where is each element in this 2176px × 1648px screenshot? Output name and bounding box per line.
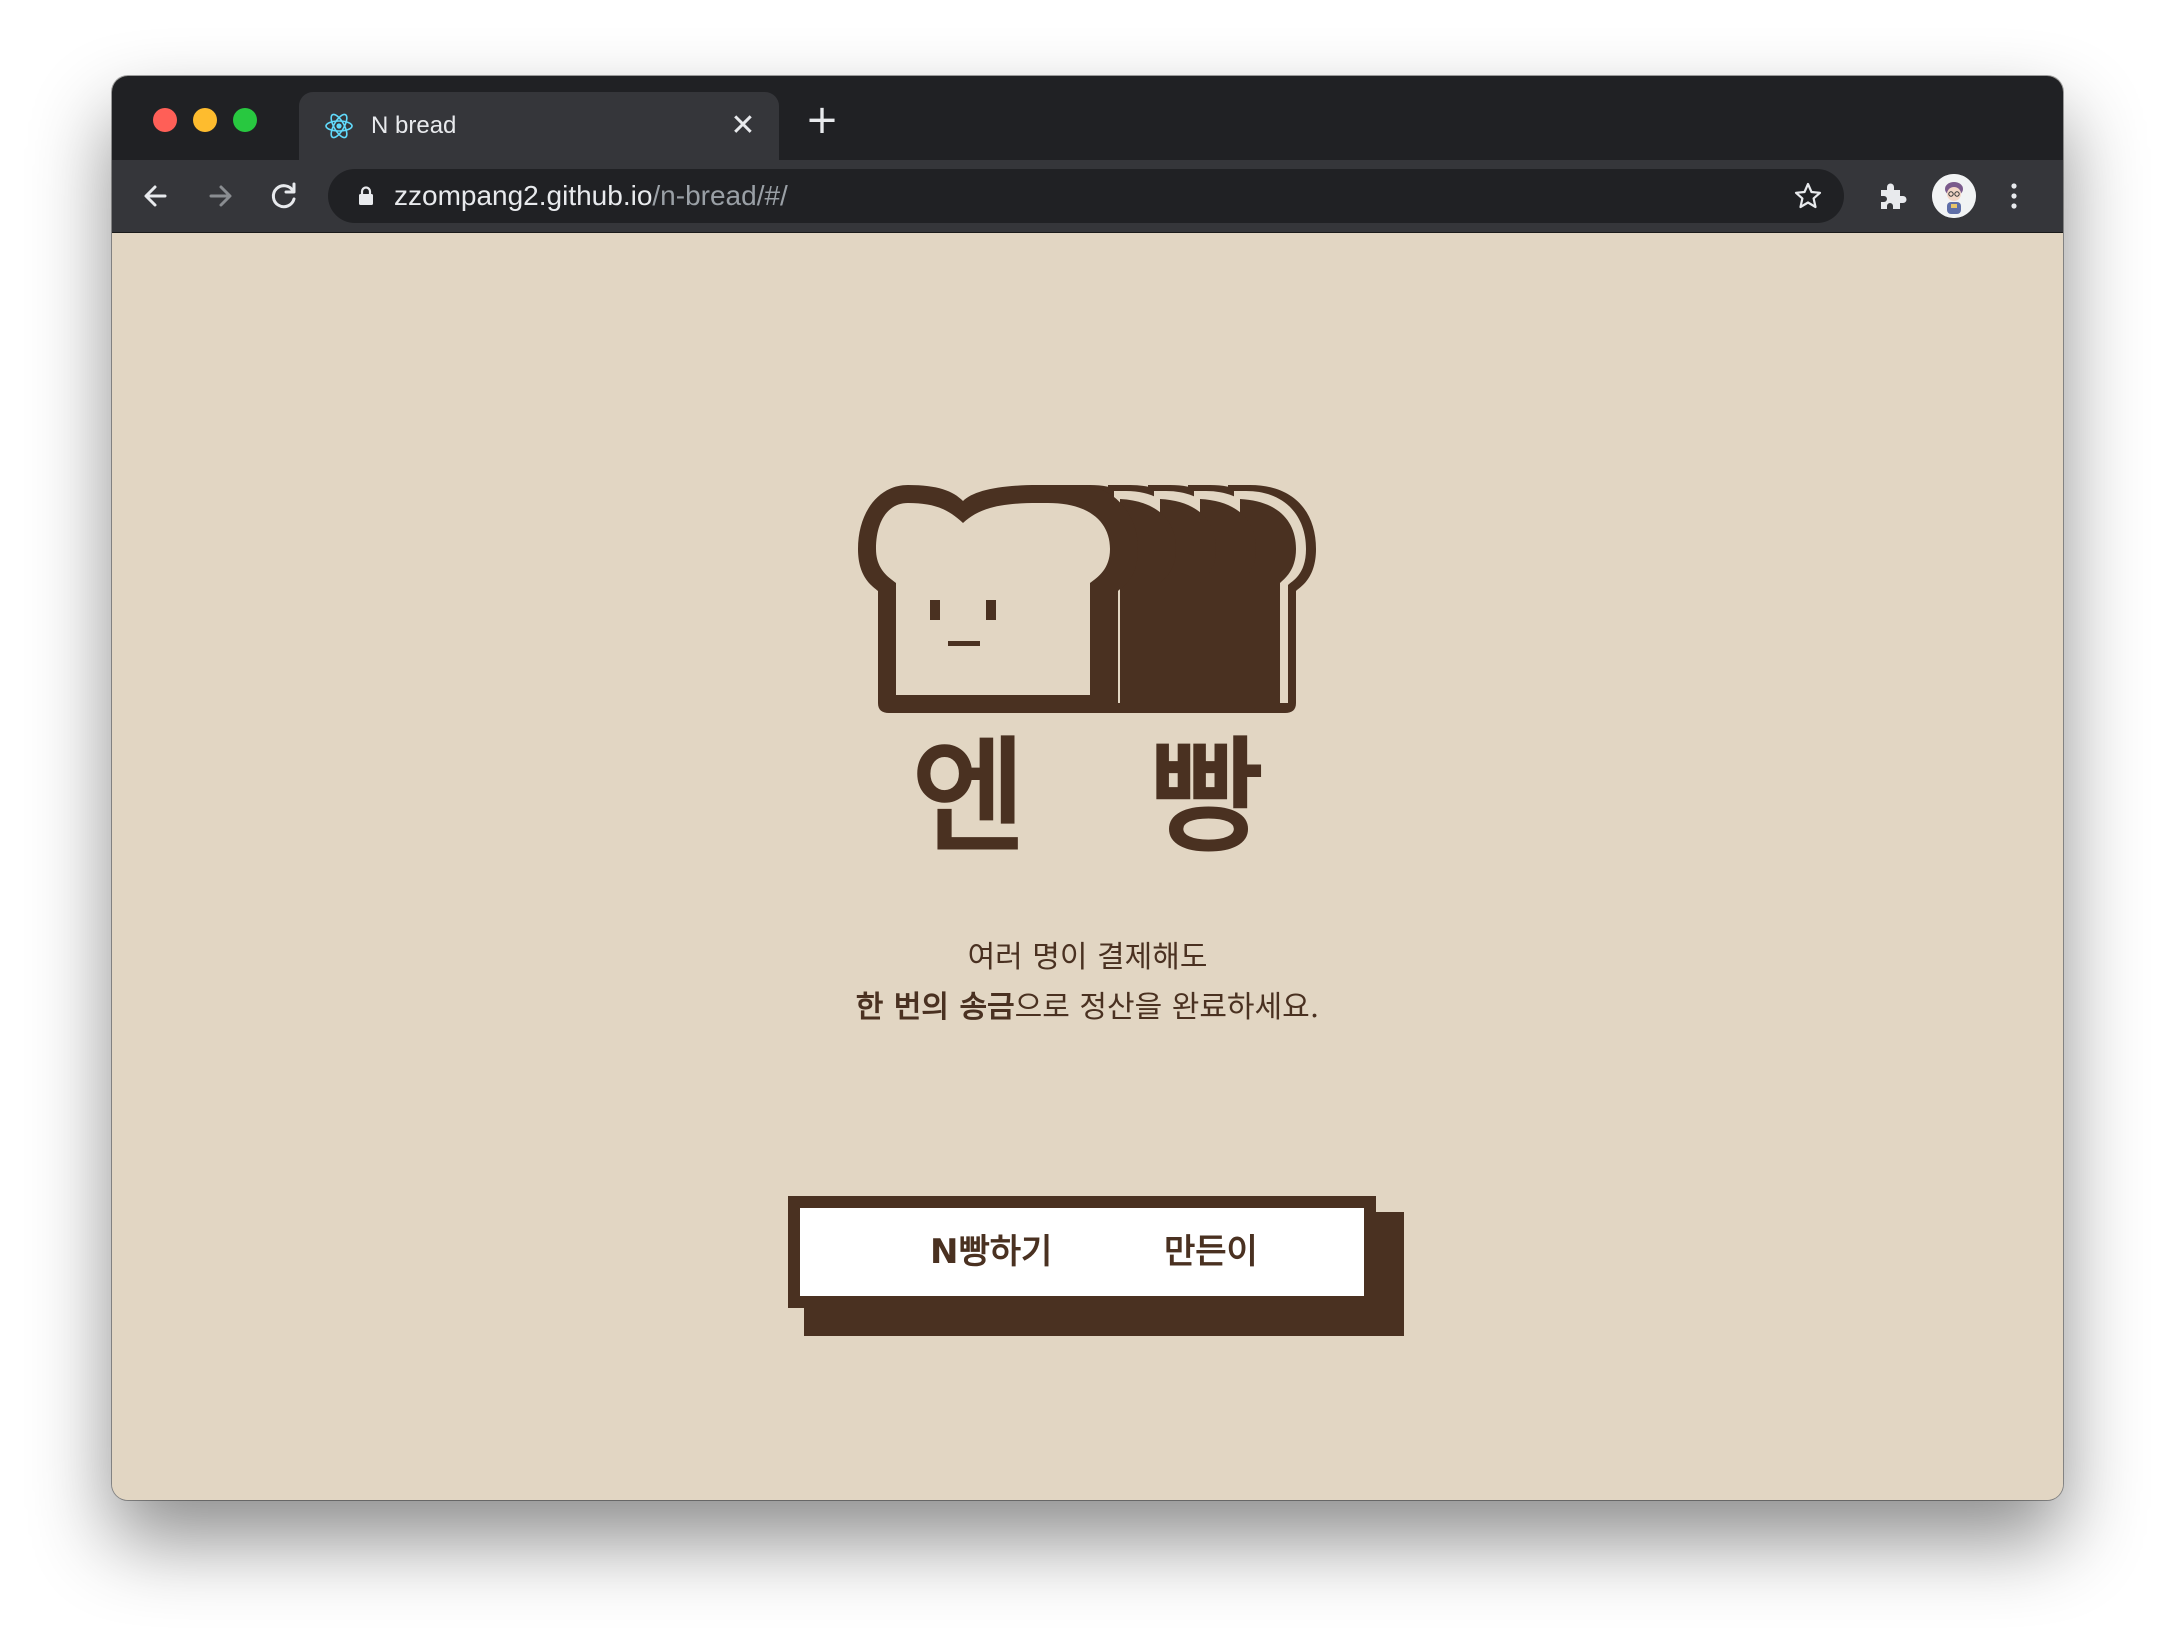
- tab-title: N bread: [371, 112, 457, 139]
- browser-tab[interactable]: N bread ✕: [299, 92, 779, 160]
- tagline-rest: 으로 정산을 완료하세요.: [1014, 990, 1320, 1025]
- arrow-left-icon: [144, 185, 167, 207]
- url-text[interactable]: zzompang2.github.io/n-bread/#/: [394, 178, 788, 214]
- brand-title: 엔 빵: [911, 726, 1304, 870]
- page-content: 엔 빵 여러 명이 결제해도 한 번의 송금으로 정산을 완료하세요. N빵하기…: [112, 233, 2063, 1500]
- bookmark-star-icon[interactable]: [1792, 180, 1824, 212]
- maximize-window-button[interactable]: [233, 108, 257, 132]
- more-vertical-icon[interactable]: [2002, 178, 2026, 214]
- url-path: /n-bread/#/: [652, 180, 788, 211]
- profile-avatar[interactable]: [1932, 174, 1976, 218]
- arrow-right-icon: [209, 185, 232, 207]
- browser-toolbar: zzompang2.github.io/n-bread/#/: [112, 160, 2063, 233]
- lock-icon[interactable]: [354, 184, 378, 208]
- react-atom-icon: [325, 113, 353, 139]
- address-bar[interactable]: zzompang2.github.io/n-bread/#/: [328, 169, 1844, 223]
- tagline-line-2: 한 번의 송금으로 정산을 완료하세요.: [112, 983, 2063, 1033]
- forward-button[interactable]: [198, 174, 242, 218]
- tagline-line-1: 여러 명이 결제해도: [967, 940, 1208, 975]
- tab-strip: N bread ✕ +: [112, 76, 2063, 160]
- browser-window: N bread ✕ + zzompang2.github.io/n-bread/…: [112, 76, 2063, 1500]
- bread-logo-icon: [858, 485, 1316, 713]
- close-window-button[interactable]: [153, 108, 177, 132]
- profile-avatar-icon: [1932, 174, 1976, 218]
- reload-icon: [271, 182, 296, 209]
- n-bread-start-button[interactable]: N빵하기: [930, 1230, 1052, 1274]
- minimize-window-button[interactable]: [193, 108, 217, 132]
- main-menu-card: N빵하기 만든이: [788, 1196, 1376, 1308]
- tagline-emphasis: 한 번의 송금: [855, 990, 1015, 1025]
- back-button[interactable]: [134, 174, 178, 218]
- url-host: zzompang2.github.io: [394, 180, 653, 211]
- reload-button[interactable]: [262, 174, 306, 218]
- tagline: 여러 명이 결제해도 한 번의 송금으로 정산을 완료하세요.: [112, 933, 2063, 1033]
- creators-button[interactable]: 만든이: [1164, 1230, 1258, 1274]
- tab-close-icon[interactable]: ✕: [725, 108, 761, 144]
- extensions-puzzle-icon[interactable]: [1874, 178, 1910, 214]
- new-tab-button[interactable]: +: [802, 100, 842, 140]
